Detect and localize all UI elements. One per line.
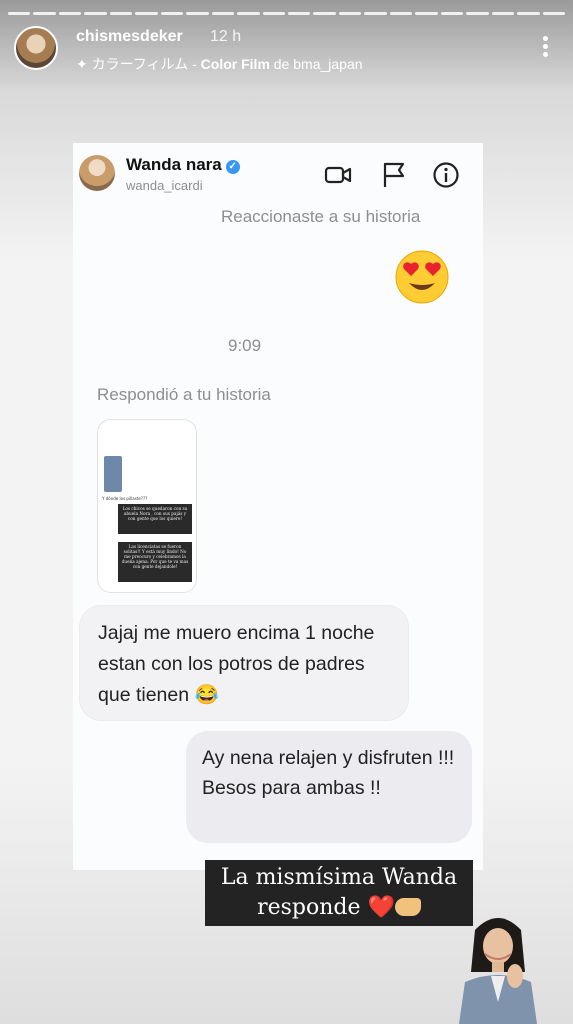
caption-line-1: La mismísima Wanda (220, 865, 458, 890)
story-timestamp: 12 h (210, 28, 242, 45)
thumbnail-question: Y dónde los pillaste??? (102, 496, 148, 501)
story-caption: La mismísima Wanda responde ❤️ (205, 860, 473, 926)
contact-handle: wanda_icardi (126, 178, 203, 193)
story-reply-thumbnail: Y dónde los pillaste??? Los chicos se qu… (97, 419, 197, 593)
incoming-message-bubble: Jajaj me muero encima 1 noche estan con … (79, 605, 409, 721)
music-sparkle-icon: ✦ (76, 56, 92, 72)
dm-screenshot: Wanda nara ✓ wanda_icardi Reaccionaste a … (73, 143, 483, 870)
flexed-biceps-icon (394, 898, 421, 916)
contact-avatar (79, 155, 115, 191)
report-flag-icon (383, 162, 405, 187)
message-time: 9:09 (228, 336, 262, 355)
story-avatar[interactable] (14, 26, 58, 70)
contact-name: Wanda nara ✓ (126, 155, 240, 175)
heart-eyes-emoji-icon (395, 250, 449, 304)
story-header: chismesdeker 12 h ✦ カラーフィルム - Color Film… (14, 26, 559, 80)
more-options-icon[interactable] (543, 36, 549, 60)
reacted-to-story-label: Reaccionaste a su historia (221, 207, 421, 226)
dm-header: Wanda nara ✓ wanda_icardi (73, 143, 483, 205)
thumbnail-photo (104, 456, 122, 492)
verified-badge-icon: ✓ (225, 160, 240, 174)
story-music-info[interactable]: ✦ カラーフィルム - Color Film de bma_japan (76, 54, 363, 74)
thumbnail-text-box: Las licenciatas se fueron solitas!! Y es… (118, 542, 192, 582)
thumbnail-text-box: Los chicos se quedaron con su abuela Nor… (118, 504, 192, 534)
outgoing-message-bubble: Ay nena relajen y disfruten !!! Besos pa… (186, 731, 472, 843)
info-icon (433, 162, 459, 188)
woman-clapping-sticker-icon (459, 918, 537, 1024)
story-username[interactable]: chismesdeker (76, 28, 183, 46)
video-call-icon (324, 166, 352, 184)
red-heart-icon: ❤️ (367, 895, 395, 920)
caption-line-2: responde ❤️ (205, 893, 473, 923)
replied-to-story-label: Respondió a tu historia (97, 385, 271, 404)
story-progress-bar (8, 12, 565, 15)
